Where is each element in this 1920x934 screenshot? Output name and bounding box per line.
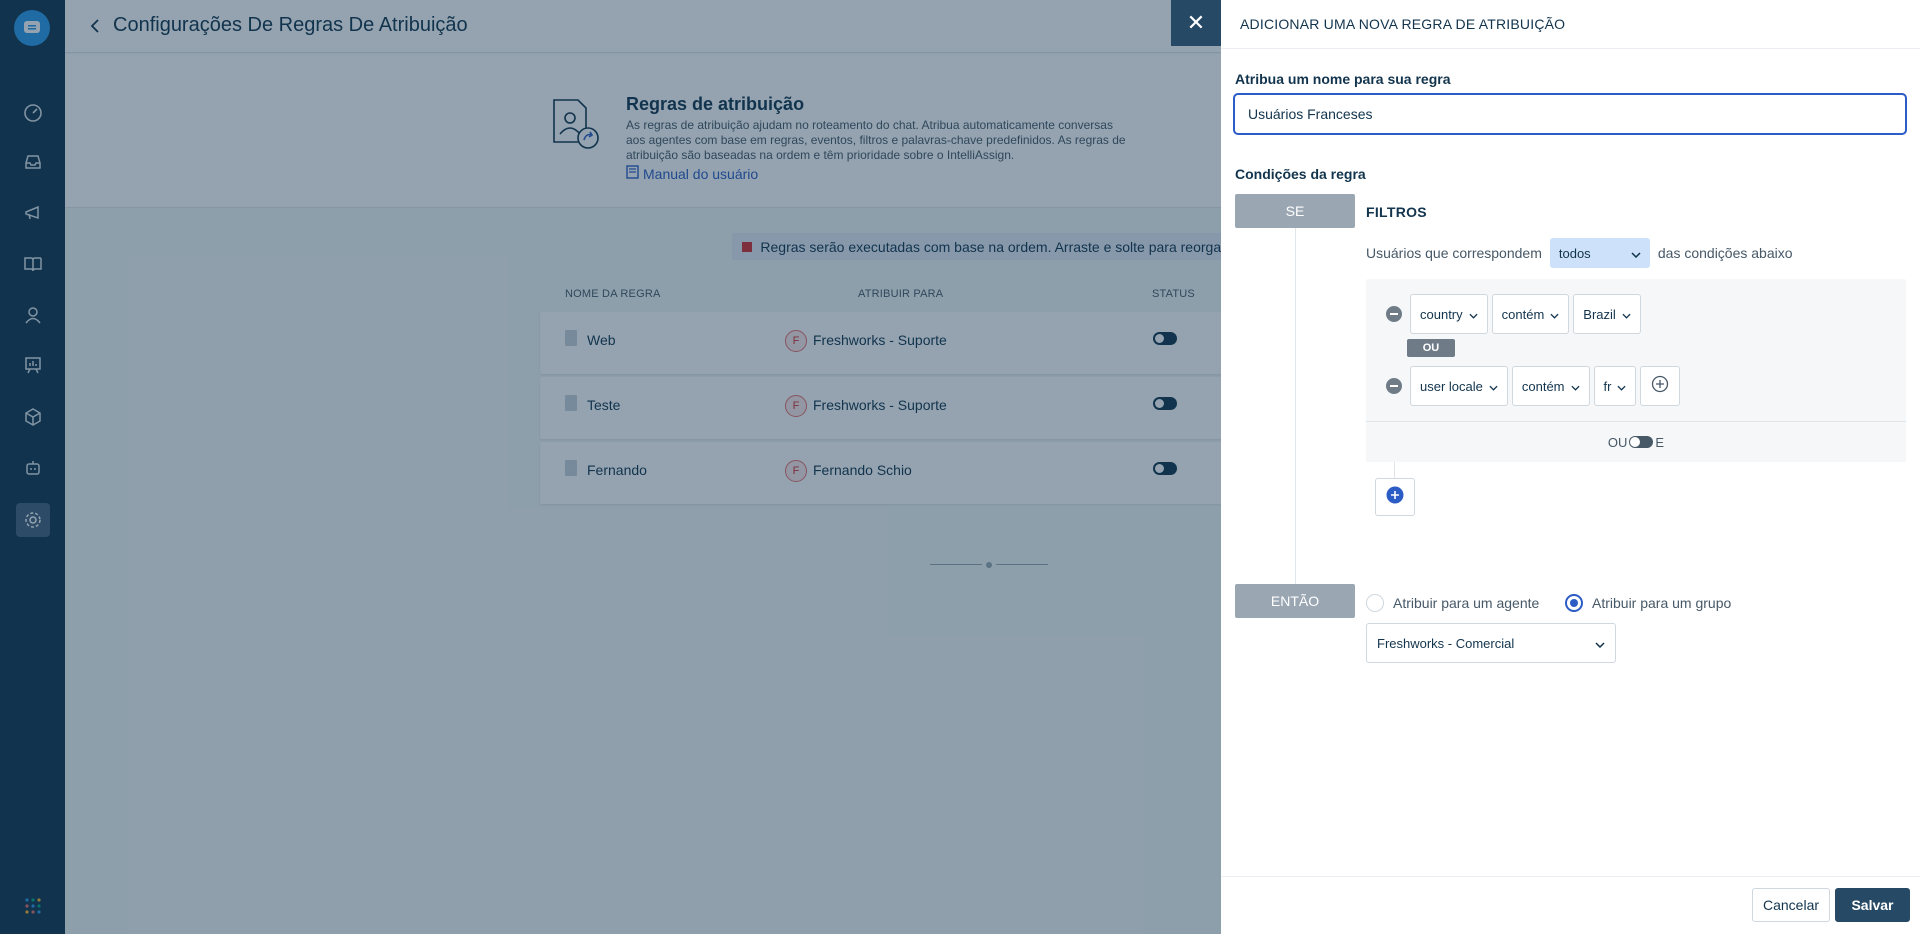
assign-group-option[interactable]: Atribuir para um grupo [1565,593,1731,613]
new-rule-panel: ADICIONAR UMA NOVA REGRA DE ATRIBUIÇÃO A… [1221,0,1920,934]
add-or-condition-button[interactable] [1640,366,1681,406]
assign-agent-label: Atribuir para um agente [1393,595,1540,611]
condition-operator-dropdown[interactable]: contém [1491,294,1570,334]
condition-value: Brazil [1583,306,1616,322]
conditions-label: Condições da regra [1235,166,1366,182]
match-mode-dropdown[interactable]: todos [1549,238,1650,268]
condition-row: user locale contém fr [1366,366,1681,406]
group-select-value: Freshworks - Comercial [1377,635,1515,651]
chevron-down-icon [1622,307,1631,322]
condition-field: user locale [1420,378,1483,394]
chevron-down-icon [1617,379,1627,394]
chevron-down-icon [1631,246,1641,261]
remove-condition-icon[interactable] [1386,306,1402,322]
and-or-switch[interactable]: OU E [1366,430,1906,454]
chevron-down-icon [1489,379,1498,394]
chevron-down-icon [1595,636,1605,651]
condition-field: country [1420,306,1463,322]
panel-title: ADICIONAR UMA NOVA REGRA DE ATRIBUIÇÃO [1240,16,1566,32]
match-suffix: das condições abaixo [1657,245,1793,261]
conditions-box: country contém Brazil OU user locale con… [1366,279,1906,462]
group-select[interactable]: Freshworks - Comercial [1366,623,1616,663]
cancel-button[interactable]: Cancelar [1752,888,1830,922]
condition-operator: contém [1521,378,1565,394]
condition-field-dropdown[interactable]: country [1410,294,1488,334]
assign-agent-option[interactable]: Atribuir para um agente [1366,593,1539,613]
modal-overlay[interactable] [0,0,1221,934]
panel-footer: Cancelar Salvar [1221,876,1920,934]
chevron-down-icon [1550,307,1559,322]
remove-condition-icon[interactable] [1386,378,1402,394]
condition-operator: contém [1501,306,1545,322]
chevron-down-icon [1469,307,1478,322]
save-button[interactable]: Salvar [1835,888,1910,922]
close-panel-button[interactable]: ✕ [1171,0,1221,46]
or-badge: OU [1407,339,1455,357]
chevron-down-icon [1570,379,1580,394]
filter-connector-line [1394,462,1395,478]
condition-value: fr [1603,378,1612,394]
condition-field-dropdown[interactable]: user locale [1410,366,1508,406]
rule-name-input[interactable] [1234,94,1906,134]
match-mode-value: todos [1558,245,1591,261]
condition-value-dropdown[interactable]: fr [1593,366,1637,406]
assign-group-radio[interactable] [1565,594,1583,612]
filters-heading: FILTROS [1366,204,1427,220]
flow-line [1295,228,1296,584]
rule-name-label: Atribua um nome para sua regra [1235,71,1451,87]
match-row: Usuários que correspondem todos das cond… [1366,238,1793,268]
add-filter-button[interactable] [1375,478,1415,516]
then-block: ENTÃO [1235,584,1355,618]
match-prefix: Usuários que correspondem [1366,245,1542,261]
condition-row: country contém Brazil [1366,294,1645,334]
logic-or-label: OU [1607,434,1628,450]
assign-agent-radio[interactable] [1366,594,1384,612]
plus-circle-icon [1386,486,1404,509]
if-block: SE [1235,194,1355,228]
assign-group-label: Atribuir para um grupo [1592,595,1732,611]
condition-operator-dropdown[interactable]: contém [1511,366,1590,406]
condition-value-dropdown[interactable]: Brazil [1573,294,1641,334]
logic-and-label: E [1655,434,1665,450]
plus-circle-icon [1651,375,1669,398]
and-or-toggle[interactable] [1629,436,1654,448]
